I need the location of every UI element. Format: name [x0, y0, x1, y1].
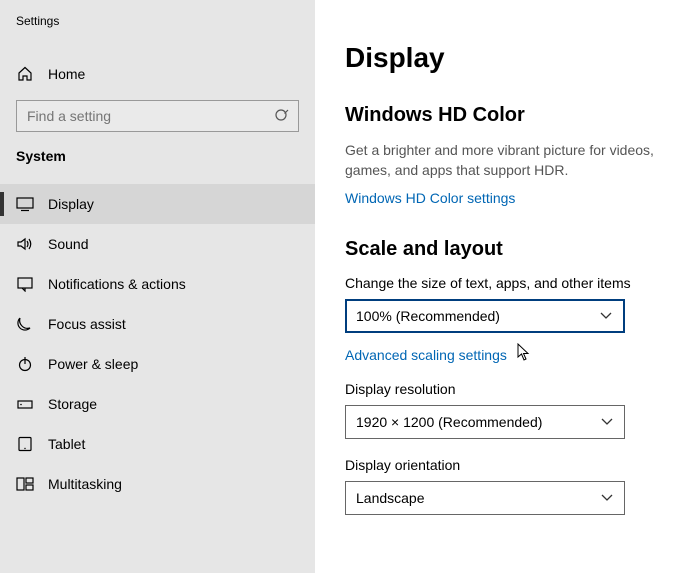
section-label: System	[0, 148, 315, 172]
nav-label: Power & sleep	[48, 356, 138, 372]
focus-assist-icon	[16, 316, 34, 332]
search-box[interactable]	[16, 100, 299, 132]
sidebar-item-focus-assist[interactable]: Focus assist	[0, 304, 315, 344]
chevron-down-icon	[600, 417, 614, 427]
home-icon	[16, 66, 34, 82]
sidebar-item-multitasking[interactable]: Multitasking	[0, 464, 315, 504]
tablet-icon	[16, 436, 34, 452]
chevron-down-icon	[599, 311, 613, 321]
page-title: Display	[345, 42, 687, 74]
power-icon	[16, 356, 34, 372]
home-button[interactable]: Home	[0, 58, 315, 90]
storage-icon	[16, 396, 34, 412]
nav-label: Focus assist	[48, 316, 126, 332]
sidebar-item-notifications[interactable]: Notifications & actions	[0, 264, 315, 304]
notifications-icon	[16, 276, 34, 292]
main-pane: Display Windows HD Color Get a brighter …	[315, 0, 689, 573]
hd-color-desc: Get a brighter and more vibrant picture …	[345, 141, 687, 180]
chevron-down-icon	[600, 493, 614, 503]
scale-layout-title: Scale and layout	[345, 238, 687, 261]
resolution-dropdown[interactable]: 1920 × 1200 (Recommended)	[345, 405, 625, 439]
orientation-value: Landscape	[356, 490, 425, 506]
sound-icon	[16, 236, 34, 252]
sidebar-item-display[interactable]: Display	[0, 184, 315, 224]
resolution-label: Display resolution	[345, 381, 687, 397]
sidebar-item-power-sleep[interactable]: Power & sleep	[0, 344, 315, 384]
nav-label: Tablet	[48, 436, 85, 452]
search-wrap	[0, 90, 315, 148]
hd-color-link[interactable]: Windows HD Color settings	[345, 190, 515, 206]
advanced-scaling-link[interactable]: Advanced scaling settings	[345, 347, 507, 363]
settings-window: Settings Home System Display	[0, 0, 689, 573]
hd-color-title: Windows HD Color	[345, 104, 687, 127]
sidebar-item-sound[interactable]: Sound	[0, 224, 315, 264]
sidebar-item-tablet[interactable]: Tablet	[0, 424, 315, 464]
resolution-value: 1920 × 1200 (Recommended)	[356, 414, 542, 430]
search-input[interactable]	[17, 101, 298, 131]
multitasking-icon	[16, 476, 34, 492]
orientation-label: Display orientation	[345, 457, 687, 473]
orientation-dropdown[interactable]: Landscape	[345, 481, 625, 515]
nav: Display Sound Notifications & actions Fo…	[0, 172, 315, 504]
nav-label: Display	[48, 196, 94, 212]
text-size-dropdown[interactable]: 100% (Recommended)	[345, 299, 625, 333]
display-icon	[16, 196, 34, 212]
nav-label: Storage	[48, 396, 97, 412]
window-title: Settings	[0, 14, 315, 28]
nav-label: Notifications & actions	[48, 276, 186, 292]
sidebar: Settings Home System Display	[0, 0, 315, 573]
text-size-label: Change the size of text, apps, and other…	[345, 275, 687, 291]
nav-label: Multitasking	[48, 476, 122, 492]
sidebar-item-storage[interactable]: Storage	[0, 384, 315, 424]
home-label: Home	[48, 66, 85, 82]
nav-label: Sound	[48, 236, 88, 252]
text-size-value: 100% (Recommended)	[356, 308, 500, 324]
